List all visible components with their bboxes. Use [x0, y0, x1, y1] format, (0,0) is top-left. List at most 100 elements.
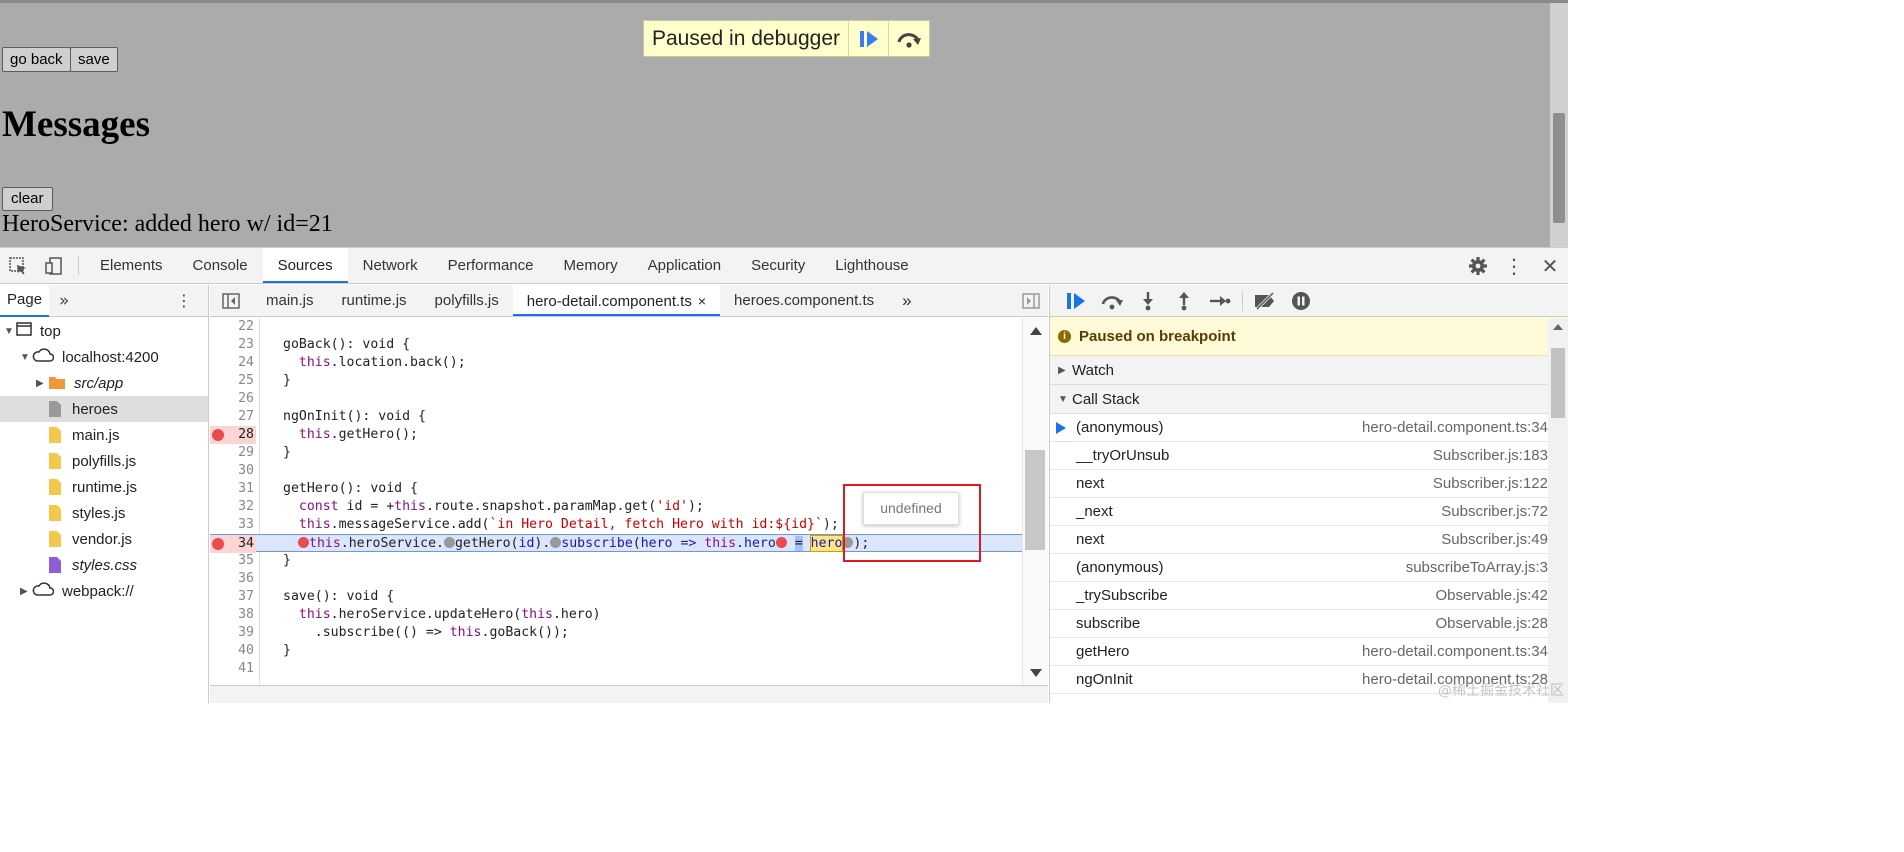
tab-console[interactable]: Console	[178, 248, 263, 283]
tab-network[interactable]: Network	[348, 248, 433, 283]
call-stack-frame[interactable]: next Subscriber.js:122	[1050, 470, 1548, 498]
editor-scrollbar[interactable]	[1022, 318, 1048, 685]
pause-on-exceptions-icon[interactable]	[1283, 286, 1319, 316]
navigator-menu-icon[interactable]: ⋮	[176, 291, 192, 310]
breakpoint-marker-icon[interactable]	[212, 538, 224, 550]
inspect-element-icon[interactable]	[0, 248, 36, 283]
go-back-button[interactable]: go back	[2, 47, 71, 72]
code-line[interactable]: 38 this.heroService.updateHero(this.hero…	[210, 606, 1022, 624]
line-number[interactable]: 24	[210, 354, 256, 372]
code-line[interactable]: 22	[210, 318, 1022, 336]
more-options-icon[interactable]: ⋮	[1496, 248, 1532, 284]
tab-memory[interactable]: Memory	[549, 248, 633, 283]
code-line[interactable]: 26	[210, 390, 1022, 408]
line-number[interactable]: 40	[210, 642, 256, 660]
line-number[interactable]: 41	[210, 660, 256, 678]
code-line[interactable]: 36	[210, 570, 1022, 588]
tab-sources[interactable]: Sources	[262, 248, 348, 283]
frame-location-link[interactable]: Subscriber.js:72	[1441, 503, 1548, 520]
line-number[interactable]: 25	[210, 372, 256, 390]
tab-performance[interactable]: Performance	[433, 248, 549, 283]
save-button[interactable]: save	[70, 47, 118, 72]
tree-item[interactable]: ▶ webpack://	[0, 578, 208, 604]
collapse-triangle-icon[interactable]: ▶	[20, 586, 32, 597]
call-stack-frame[interactable]: _trySubscribe Observable.js:42	[1050, 582, 1548, 610]
line-number[interactable]: 29	[210, 444, 256, 462]
page-scrollbar[interactable]	[1550, 3, 1568, 247]
frame-location-link[interactable]: Subscriber.js:183	[1433, 447, 1548, 464]
step-over-icon[interactable]	[889, 21, 929, 56]
frame-location-link[interactable]: Subscriber.js:122	[1433, 475, 1548, 492]
resume-icon[interactable]	[1058, 286, 1094, 316]
tree-item[interactable]: styles.css	[0, 552, 208, 578]
tab-application[interactable]: Application	[633, 248, 736, 283]
tab-page[interactable]: Page	[0, 284, 50, 317]
code-line[interactable]: 41	[210, 660, 1022, 678]
step-over-icon[interactable]	[1094, 286, 1130, 316]
close-devtools-icon[interactable]: ✕	[1532, 248, 1568, 284]
toggle-navigator-icon[interactable]	[210, 285, 252, 316]
line-number[interactable]: 31	[210, 480, 256, 498]
step-into-icon[interactable]	[1130, 286, 1166, 316]
tree-item[interactable]: main.js	[0, 422, 208, 448]
file-tab-runtime-js[interactable]: runtime.js	[328, 285, 421, 316]
code-line[interactable]: 24 this.location.back();	[210, 354, 1022, 372]
file-tab-polyfills-js[interactable]: polyfills.js	[421, 285, 513, 316]
code-line[interactable]: 27 ngOnInit(): void {	[210, 408, 1022, 426]
expand-triangle-icon[interactable]: ▼	[4, 326, 16, 337]
close-tab-icon[interactable]: ×	[698, 293, 706, 309]
more-tabs-chevron-icon[interactable]: »	[59, 291, 69, 311]
tab-lighthouse[interactable]: Lighthouse	[820, 248, 923, 283]
watch-section-header[interactable]: ▶ Watch	[1050, 356, 1568, 385]
call-stack-frame[interactable]: subscribe Observable.js:28	[1050, 610, 1548, 638]
tree-item[interactable]: polyfills.js	[0, 448, 208, 474]
tree-item[interactable]: ▼ localhost:4200	[0, 344, 208, 370]
call-stack-frame[interactable]: next Subscriber.js:49	[1050, 526, 1548, 554]
tree-item[interactable]: vendor.js	[0, 526, 208, 552]
line-number[interactable]: 22	[210, 318, 256, 336]
device-toolbar-icon[interactable]	[36, 248, 72, 283]
frame-location-link[interactable]: subscribeToArray.js:3	[1406, 559, 1548, 576]
frame-location-link[interactable]: Observable.js:42	[1435, 587, 1548, 604]
deactivate-breakpoints-icon[interactable]	[1247, 286, 1283, 316]
file-tab-hero-detail[interactable]: hero-detail.component.ts ×	[512, 285, 721, 316]
tree-item[interactable]: styles.js	[0, 500, 208, 526]
call-stack-frame[interactable]: (anonymous) hero-detail.component.ts:34	[1050, 414, 1548, 442]
breakpoint-marker-icon[interactable]	[212, 429, 224, 441]
tab-elements[interactable]: Elements	[85, 248, 178, 283]
step-out-icon[interactable]	[1166, 286, 1202, 316]
call-stack-frame[interactable]: getHero hero-detail.component.ts:34	[1050, 638, 1548, 666]
call-stack-frame[interactable]: __tryOrUnsub Subscriber.js:183	[1050, 442, 1548, 470]
tree-item[interactable]: heroes	[0, 396, 208, 422]
frame-location-link[interactable]: hero-detail.component.ts:34	[1362, 643, 1548, 660]
tree-item[interactable]: runtime.js	[0, 474, 208, 500]
code-line[interactable]: 40}	[210, 642, 1022, 660]
line-number[interactable]: 39	[210, 624, 256, 642]
line-number[interactable]: 38	[210, 606, 256, 624]
tree-item[interactable]: ▶ src/app	[0, 370, 208, 396]
line-number[interactable]: 37	[210, 588, 256, 606]
more-file-tabs-chevron-icon[interactable]: »	[888, 285, 925, 316]
line-number[interactable]: 30	[210, 462, 256, 480]
resume-icon[interactable]	[849, 21, 889, 56]
frame-location-link[interactable]: Observable.js:28	[1435, 615, 1548, 632]
line-number[interactable]: 33	[210, 516, 256, 534]
frame-location-link[interactable]: Subscriber.js:49	[1441, 531, 1548, 548]
tab-security[interactable]: Security	[736, 248, 820, 283]
code-line[interactable]: 37 save(): void {	[210, 588, 1022, 606]
line-number[interactable]: 35	[210, 552, 256, 570]
call-stack-section-header[interactable]: ▼ Call Stack	[1050, 385, 1568, 414]
code-line[interactable]: 39 .subscribe(() => this.goBack());	[210, 624, 1022, 642]
collapse-triangle-icon[interactable]: ▶	[36, 378, 48, 389]
call-stack-frame[interactable]: (anonymous) subscribeToArray.js:3	[1050, 554, 1548, 582]
toggle-debugger-sidebar-icon[interactable]	[1022, 293, 1040, 313]
line-number[interactable]: 36	[210, 570, 256, 588]
file-tab-main-js[interactable]: main.js	[252, 285, 328, 316]
code-line[interactable]: 25}	[210, 372, 1022, 390]
tree-item[interactable]: ▼ top	[0, 318, 208, 344]
line-number[interactable]: 27	[210, 408, 256, 426]
line-number[interactable]: 32	[210, 498, 256, 516]
file-tab-heroes-component[interactable]: heroes.component.ts	[720, 285, 888, 316]
code-line[interactable]: 23 goBack(): void {	[210, 336, 1022, 354]
call-stack-frame[interactable]: _next Subscriber.js:72	[1050, 498, 1548, 526]
